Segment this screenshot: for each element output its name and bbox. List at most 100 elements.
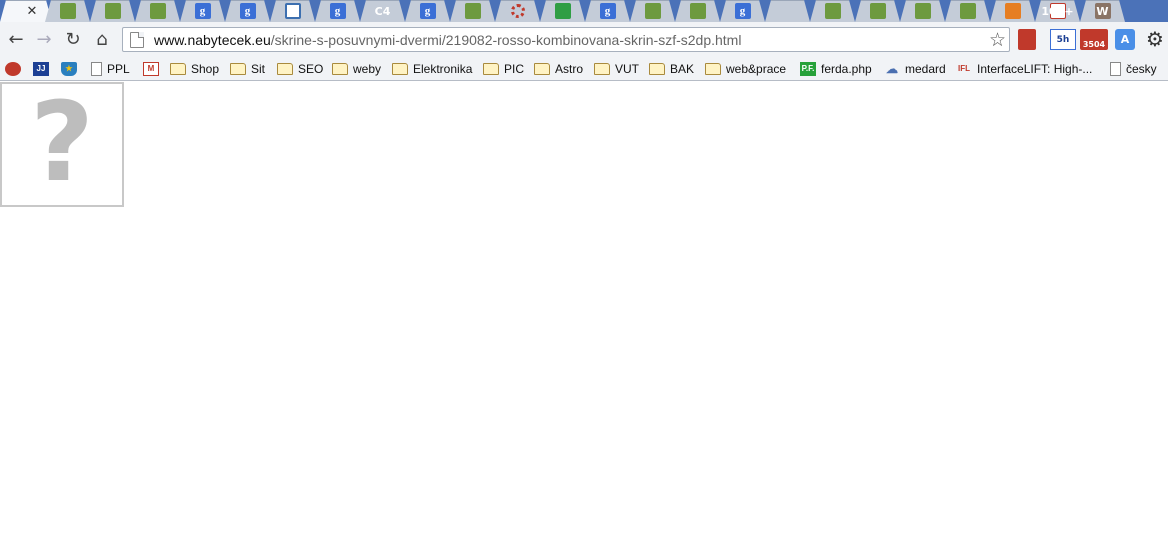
bookmark-bak[interactable]: BAK <box>649 59 694 78</box>
bookmark-ppl[interactable]: PPL <box>91 59 130 78</box>
ladybug-icon <box>5 61 21 76</box>
bookmark-astro[interactable]: Astro <box>534 59 583 78</box>
bookmark-star-icon[interactable]: ☆ <box>989 29 1006 51</box>
folder-icon <box>170 62 186 75</box>
google-favicon-icon: g <box>194 3 211 19</box>
gmail-favicon-icon: 100+ <box>1041 3 1074 19</box>
page-icon <box>1110 61 1121 76</box>
translate-extension-icon[interactable]: A <box>1115 29 1135 50</box>
folder-icon <box>594 62 610 75</box>
page-icon <box>130 31 144 48</box>
calendar-extension-icon[interactable]: 5h <box>1050 29 1076 50</box>
tab[interactable] <box>51 0 84 22</box>
bookmark-label: Sit <box>251 61 266 76</box>
leaf-favicon-icon <box>644 3 661 19</box>
shield-icon: ★ <box>61 61 77 76</box>
jj-icon: JJ <box>33 61 49 76</box>
c4-favicon-icon: C4 <box>374 4 391 18</box>
question-mark-icon: ? <box>30 77 94 206</box>
leaf-favicon-icon <box>869 3 886 19</box>
tab[interactable] <box>141 0 174 22</box>
tab[interactable] <box>546 0 579 22</box>
bookmark-label: ferda.php <box>821 61 872 76</box>
reload-icon[interactable]: ↻ <box>61 27 85 51</box>
google-favicon-icon: g <box>239 3 256 19</box>
chart-favicon-icon <box>1004 3 1021 19</box>
tab[interactable] <box>906 0 939 22</box>
bookmark-label: Elektronika <box>413 61 473 76</box>
tab[interactable]: g <box>186 0 219 22</box>
bookmark-label: Astro <box>555 61 584 76</box>
tab-strip: ✕ g g g C4 g g g 100+ W <box>0 0 1168 22</box>
bookmark-sit[interactable]: Sit <box>230 59 265 78</box>
leaf-favicon-icon <box>149 3 166 19</box>
book-extension-icon[interactable] <box>1018 29 1036 50</box>
folder-icon <box>392 62 408 75</box>
folder-icon <box>277 62 293 75</box>
page-content: ? <box>0 82 1168 544</box>
close-tab-icon[interactable]: ✕ <box>27 4 38 19</box>
browser-toolbar: ← → ↻ ⌂ www.nabytecek.eu/skrine-s-posuvn… <box>0 22 1168 56</box>
bookmark-web-prace[interactable]: web&prace <box>705 59 786 78</box>
tab[interactable] <box>861 0 894 22</box>
tab-shape <box>765 0 810 22</box>
bookmark-esky[interactable]: česky <box>1110 59 1157 78</box>
tab[interactable]: 100+ <box>1041 0 1074 22</box>
tab[interactable] <box>636 0 669 22</box>
settings-gear-icon[interactable]: ⚙ <box>1144 27 1166 51</box>
leaf-favicon-icon <box>959 3 976 19</box>
bookmark-seo[interactable]: SEO <box>277 59 323 78</box>
bookmark-gmail[interactable]: M <box>143 59 164 78</box>
bookmark-shop[interactable]: Shop <box>170 59 219 78</box>
bookmark-shield[interactable]: ★ <box>61 59 82 78</box>
tab[interactable] <box>816 0 849 22</box>
leaf-favicon-icon <box>59 3 76 19</box>
folder-icon <box>705 62 721 75</box>
bookmark-label: InterfaceLIFT: High-... <box>977 61 1093 76</box>
bookmark-ladybug[interactable] <box>5 59 26 78</box>
tab[interactable]: g <box>591 0 624 22</box>
tab[interactable]: g <box>411 0 444 22</box>
bookmark-interfacelift-high[interactable]: IFL InterfaceLIFT: High-... <box>956 59 1092 78</box>
tab[interactable]: g <box>726 0 759 22</box>
tab[interactable] <box>996 0 1029 22</box>
tab[interactable] <box>501 0 534 22</box>
tab[interactable] <box>771 0 804 22</box>
bookmark-ferda-php[interactable]: P.F. ferda.php <box>800 59 872 78</box>
bookmark-vut[interactable]: VUT <box>594 59 639 78</box>
tab[interactable]: C4 <box>366 0 399 22</box>
tab[interactable] <box>276 0 309 22</box>
gmail-icon: M <box>143 61 159 76</box>
tab[interactable]: W <box>1086 0 1119 22</box>
tab[interactable] <box>681 0 714 22</box>
bookmark-weby[interactable]: weby <box>332 59 381 78</box>
back-arrow-icon[interactable]: ← <box>4 27 28 51</box>
tab[interactable] <box>951 0 984 22</box>
address-bar[interactable]: www.nabytecek.eu/skrine-s-posuvnymi-dver… <box>122 27 1010 52</box>
tab[interactable]: g <box>321 0 354 22</box>
bookmark-elektronika[interactable]: Elektronika <box>392 59 472 78</box>
url-path: /skrine-s-posuvnymi-dvermi/219082-rosso-… <box>270 31 742 48</box>
folder-icon <box>483 62 499 75</box>
leaf-favicon-icon <box>464 3 481 19</box>
cloud-icon: ☁ <box>886 61 898 76</box>
folder-icon <box>230 62 246 75</box>
tab-active[interactable]: ✕ <box>6 0 46 22</box>
home-icon[interactable]: ⌂ <box>90 27 114 51</box>
forward-arrow-icon[interactable]: → <box>32 27 56 51</box>
gmail-checker-icon[interactable]: 3504 <box>1080 29 1108 50</box>
folder-icon <box>534 62 550 75</box>
leaf-favicon-icon <box>824 3 841 19</box>
tab[interactable]: g <box>231 0 264 22</box>
bookmark-pic[interactable]: PIC <box>483 59 524 78</box>
bookmark-label: BAK <box>670 61 695 76</box>
bookmark-label: VUT <box>615 61 639 76</box>
tab[interactable] <box>96 0 129 22</box>
broken-image-placeholder: ? <box>0 82 124 207</box>
bookmark-jj[interactable]: JJ <box>33 59 54 78</box>
bookmarks-bar: JJ ★ PPL M Shop Sit SEO weby Elektronika PIC Astro… <box>0 56 1168 81</box>
tab[interactable] <box>456 0 489 22</box>
bookmark-label: web&prace <box>726 61 787 76</box>
url-text[interactable]: www.nabytecek.eu/skrine-s-posuvnymi-dver… <box>154 32 741 48</box>
bookmark-medard[interactable]: ☁ medard <box>884 59 946 78</box>
